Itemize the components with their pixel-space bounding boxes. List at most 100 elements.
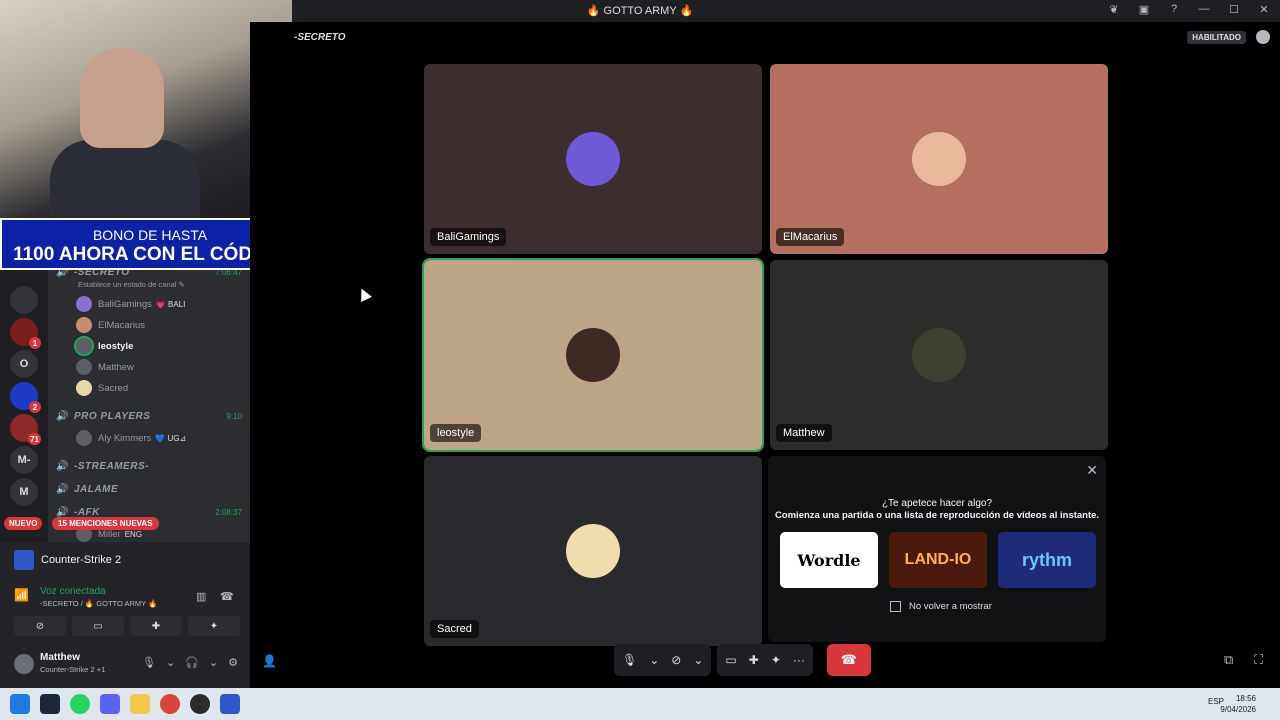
activities-icon[interactable]: ✚ xyxy=(749,653,759,667)
avatar[interactable] xyxy=(1256,30,1270,44)
voice-user[interactable]: leostyle xyxy=(74,336,242,356)
chevron-down-icon[interactable]: ⌄ xyxy=(693,653,703,667)
avatar xyxy=(76,317,92,333)
avatar xyxy=(76,430,92,446)
channel-status[interactable]: Establece un estado de canal ✎ xyxy=(78,280,185,289)
more-icon[interactable]: ··· xyxy=(793,653,805,667)
microphone-icon[interactable]: 🎙 xyxy=(622,653,637,667)
speaker-icon: 🔊 xyxy=(56,483,69,495)
unread-badge: 2 xyxy=(29,401,41,413)
noise-suppression-icon[interactable]: ▥ xyxy=(196,590,206,603)
close-icon[interactable]: ✕ xyxy=(1256,3,1272,16)
screen-share-icon[interactable]: ▭ xyxy=(725,653,736,667)
call-controls: 🎙 ⌄ ⊘ ⌄ ▭ ✚ ✦ ··· ☎ xyxy=(614,644,871,676)
server-icon[interactable]: M xyxy=(10,478,38,506)
server-icon[interactable] xyxy=(10,286,38,314)
soundboard-button[interactable]: ✦ xyxy=(188,616,240,636)
leaf-icon[interactable]: ❦ xyxy=(1106,3,1122,16)
disconnect-icon[interactable]: ☎ xyxy=(220,590,234,603)
participant-name: Sacred xyxy=(430,620,479,638)
game-activity[interactable]: Counter-Strike 2 xyxy=(14,548,121,572)
server-icon[interactable]: O xyxy=(10,350,38,378)
landio-card[interactable]: LAND-IO xyxy=(889,532,987,588)
microphone-icon[interactable]: 🎙 xyxy=(142,656,156,669)
minimize-icon[interactable]: — xyxy=(1196,3,1212,16)
whatsapp-icon[interactable] xyxy=(70,694,90,714)
voice-user[interactable]: Aly Kimmers 💙 UG⊿ xyxy=(76,428,242,448)
avatar[interactable] xyxy=(14,654,34,674)
camera-off-icon[interactable]: ⊘ xyxy=(671,653,681,667)
headphones-icon[interactable]: 🎧 xyxy=(185,656,199,669)
fullscreen-icon[interactable]: ⛶ xyxy=(1254,652,1263,668)
voice-call-area: -SECRETO HABILITADO BaliGamings ElMacari… xyxy=(250,22,1280,688)
participant-tile[interactable]: leostyle xyxy=(422,258,764,452)
chevron-down-icon[interactable]: ⌄ xyxy=(649,653,659,667)
participant-tile[interactable]: Matthew xyxy=(770,260,1108,450)
new-badge[interactable]: NUEVO xyxy=(4,517,43,530)
obs-icon[interactable] xyxy=(190,694,210,714)
discord-icon[interactable] xyxy=(100,694,120,714)
steam-icon[interactable] xyxy=(40,694,60,714)
folder-icon[interactable] xyxy=(130,694,150,714)
avatar xyxy=(76,359,92,375)
add-friend-icon[interactable]: 👤 xyxy=(262,654,277,668)
hang-up-button[interactable]: ☎ xyxy=(826,644,871,676)
chevron-down-icon[interactable]: ⌄ xyxy=(209,656,218,669)
signal-icon: 📶 xyxy=(14,588,29,602)
speaker-icon: 🔊 xyxy=(56,460,69,472)
soundboard-icon[interactable]: ✦ xyxy=(771,653,781,667)
activities-button[interactable]: ✚ xyxy=(130,616,182,636)
voice-user[interactable]: BaliGamings 💗 BALI xyxy=(76,294,242,314)
unread-badge: 71 xyxy=(28,433,41,445)
username[interactable]: Matthew xyxy=(40,652,80,663)
screen-share-button[interactable]: ▭ xyxy=(72,616,124,636)
voice-user[interactable]: Matthew xyxy=(76,357,242,377)
windows-start-icon[interactable] xyxy=(10,694,30,714)
avatar xyxy=(566,328,620,382)
voice-channel-jalame[interactable]: 🔊 JALAME xyxy=(56,479,242,499)
server-icon[interactable]: 1 xyxy=(10,318,41,349)
voice-status[interactable]: Voz conectada xyxy=(40,586,106,597)
participant-tile[interactable]: Sacred xyxy=(424,456,762,646)
participant-name: ElMacarius xyxy=(776,228,845,246)
pop-out-icon[interactable]: ⧉ xyxy=(1224,652,1233,668)
activity-question: ¿Te apetece hacer algo? xyxy=(881,498,993,509)
server-icon[interactable]: M- xyxy=(10,446,38,474)
server-icon[interactable]: 2 xyxy=(10,382,41,413)
close-icon[interactable]: ✕ xyxy=(1086,462,1098,479)
participant-tile[interactable]: BaliGamings xyxy=(424,64,762,254)
share-group: ▭ ✚ ✦ ··· xyxy=(717,644,813,676)
checkbox-icon[interactable] xyxy=(890,601,901,612)
activity-prompt: ✕ ¿Te apetece hacer algo? Comienza una p… xyxy=(768,456,1106,642)
server-title: -SECRETO xyxy=(294,32,346,43)
taskbar: ESP 18:56 9/04/2026 xyxy=(0,688,1280,720)
participant-name: Matthew xyxy=(776,424,832,442)
status-badge[interactable]: HABILITADO xyxy=(1187,31,1246,44)
avatar xyxy=(566,132,620,186)
camera-off-button[interactable]: ⊘ xyxy=(14,616,66,636)
user-activity: Counter-Strike 2 +1 xyxy=(40,665,106,674)
mentions-badge[interactable]: 15 MENCIONES NUEVAS xyxy=(52,517,159,530)
clock[interactable]: 18:56 9/04/2026 xyxy=(1220,693,1256,715)
dont-show-again-checkbox[interactable]: No volver a mostrar xyxy=(890,601,992,612)
voice-channel-streamers[interactable]: 🔊 -STREAMERS- xyxy=(56,456,242,476)
inbox-icon[interactable]: ▣ xyxy=(1136,3,1152,16)
maximize-icon[interactable]: ☐ xyxy=(1226,3,1242,16)
chrome-icon[interactable] xyxy=(160,694,180,714)
voice-channel-name[interactable]: -SECRETO / 🔥 GOTTO ARMY 🔥 xyxy=(40,599,157,608)
wordle-card[interactable]: Wordle xyxy=(780,532,878,588)
cs2-icon[interactable] xyxy=(220,694,240,714)
voice-user[interactable]: ElMacarius xyxy=(76,315,242,335)
unread-badge: 1 xyxy=(29,337,41,349)
voice-user[interactable]: Sacred xyxy=(76,378,242,398)
chevron-down-icon[interactable]: ⌄ xyxy=(166,656,175,669)
avatar xyxy=(76,296,92,312)
gear-icon[interactable]: ⚙ xyxy=(228,656,238,669)
speaker-icon: 🔊 xyxy=(56,506,69,518)
help-icon[interactable]: ? xyxy=(1166,3,1182,16)
speaker-icon: 🔊 xyxy=(56,410,69,422)
server-icon[interactable]: 71 xyxy=(10,414,41,445)
participant-tile[interactable]: ElMacarius xyxy=(770,64,1108,254)
voice-channel-pro-players[interactable]: 🔊 PRO PLAYERS 9:10 xyxy=(56,406,242,426)
rythm-card[interactable]: rythm xyxy=(998,532,1096,588)
